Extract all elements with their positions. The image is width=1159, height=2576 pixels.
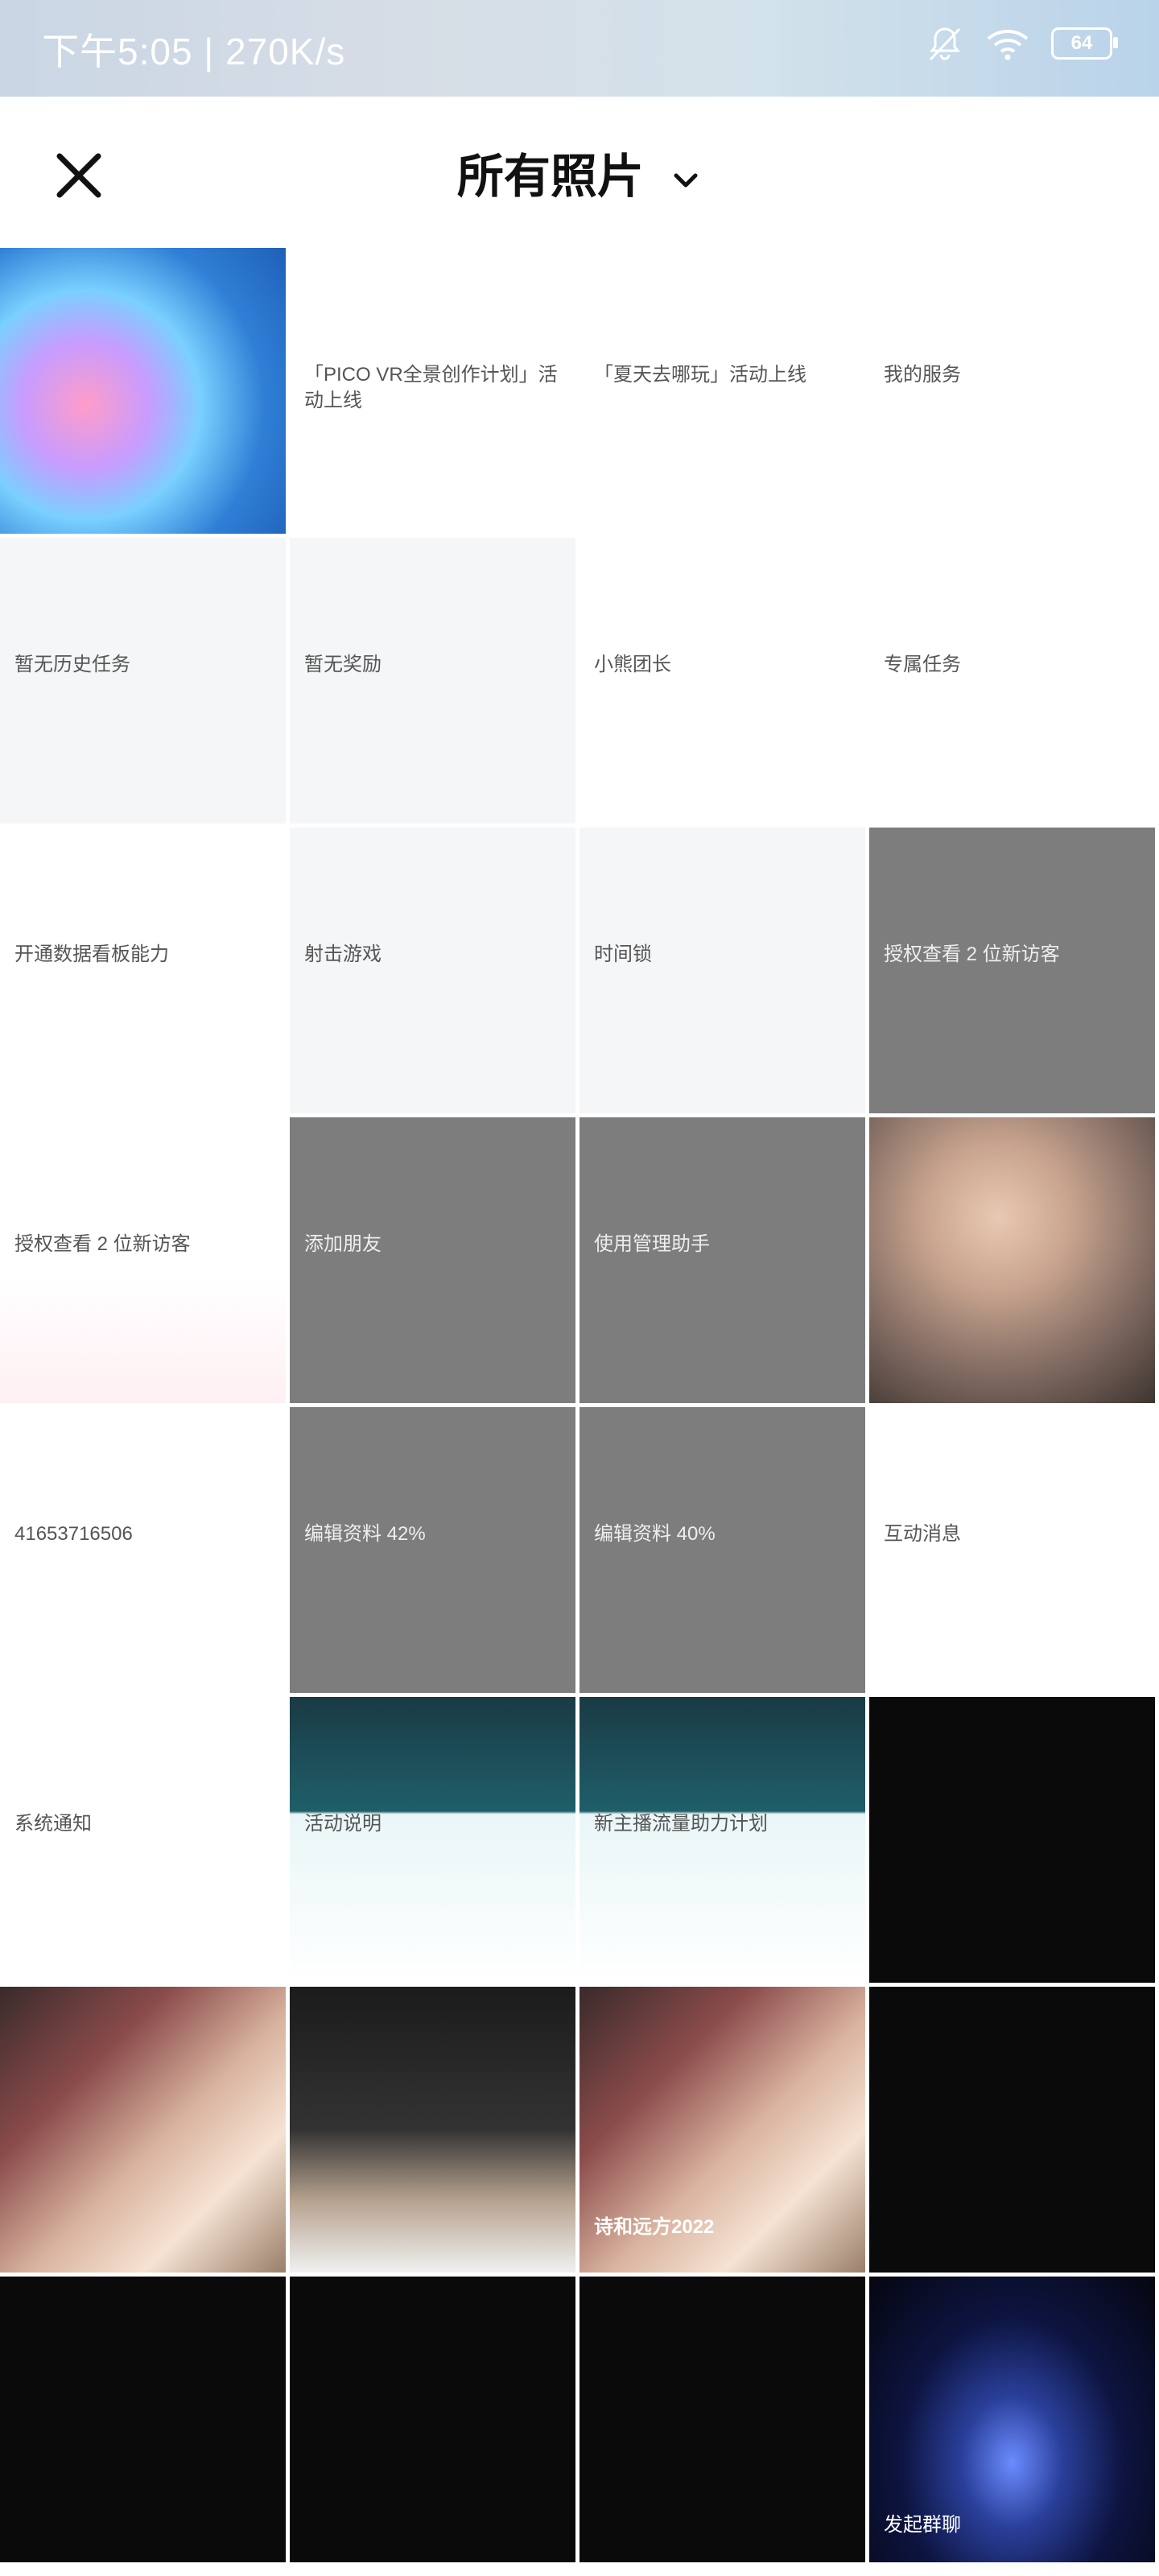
photo-thumbnail[interactable]: 使用管理助手 (580, 1117, 865, 1403)
status-icons: 64 (926, 24, 1118, 63)
photo-thumbnail[interactable]: 发起群聊 (869, 2277, 1155, 2562)
photo-thumbnail[interactable]: 暂无奖励 (290, 538, 575, 824)
wifi-icon (987, 30, 1029, 60)
photo-caption: 授权查看 2 位新访客 (884, 943, 1060, 965)
photo-thumbnail[interactable]: 编辑资料 40% (580, 1407, 865, 1693)
photo-caption: 编辑资料 40% (594, 1523, 716, 1545)
photo-thumbnail[interactable]: 新主播流量助力计划 (580, 1697, 865, 1983)
photo-thumbnail[interactable]: 我的服务 (869, 248, 1155, 534)
photo-caption: 时间锁 (594, 943, 652, 965)
photo-thumbnail[interactable] (0, 1987, 286, 2273)
photo-caption: 我的服务 (884, 364, 961, 386)
status-bar: 下午5:05 | 270K/s 64 (0, 0, 1159, 97)
photo-thumbnail[interactable]: 41653716506 (0, 1407, 286, 1693)
photo-thumbnail[interactable]: 诗和远方2022 (580, 1987, 865, 2273)
status-time: 下午5:05 | 270K/s (42, 31, 346, 72)
chevron-down-icon (674, 173, 698, 188)
photo-thumbnail[interactable]: 系统通知 (0, 1697, 286, 1983)
photo-thumbnail[interactable]: 小熊团长 (580, 538, 865, 824)
photo-thumbnail[interactable] (869, 1987, 1155, 2273)
photo-caption: 系统通知 (14, 1813, 92, 1835)
photo-caption: 暂无历史任务 (14, 654, 130, 675)
photo-thumbnail[interactable]: 「夏天去哪玩」活动上线 (580, 248, 865, 534)
photo-thumbnail[interactable]: 授权查看 2 位新访客 (0, 1117, 286, 1403)
photo-caption: 小熊团长 (594, 654, 671, 675)
photo-thumbnail[interactable]: 时间锁 (580, 828, 865, 1113)
photo-thumbnail[interactable] (580, 2277, 865, 2562)
photo-caption: 授权查看 2 位新访客 (14, 1233, 191, 1255)
photo-caption: 诗和远方2022 (594, 2215, 715, 2238)
album-title: 所有照片 (456, 151, 644, 203)
photo-caption: 发起群聊 (884, 2513, 961, 2536)
photo-caption: 射击游戏 (304, 943, 382, 965)
photo-thumbnail[interactable]: 编辑资料 42% (290, 1407, 575, 1693)
photo-thumbnail[interactable]: 暂无历史任务 (0, 538, 286, 824)
photo-thumbnail[interactable] (0, 248, 286, 534)
photo-thumbnail[interactable]: 互动消息 (869, 1407, 1155, 1693)
photo-caption: 41653716506 (14, 1523, 133, 1545)
photo-caption: 开通数据看板能力 (14, 943, 169, 965)
photo-thumbnail[interactable]: 开通数据看板能力 (0, 828, 286, 1113)
photo-caption: 「PICO VR全景创作计划」活动上线 (304, 364, 558, 412)
photo-thumbnail[interactable] (0, 2277, 286, 2562)
photo-thumbnail[interactable]: 授权查看 2 位新访客 (869, 828, 1155, 1113)
photo-caption: 新主播流量助力计划 (594, 1813, 768, 1835)
photo-caption: 编辑资料 42% (304, 1523, 426, 1545)
photo-caption: 「夏天去哪玩」活动上线 (594, 364, 806, 386)
photo-thumbnail[interactable] (869, 1117, 1155, 1403)
battery-icon: 64 (1051, 27, 1118, 60)
album-selector[interactable]: 所有照片 (0, 138, 1159, 206)
photo-thumbnail[interactable]: 活动说明 (290, 1697, 575, 1983)
photo-caption: 使用管理助手 (594, 1233, 710, 1255)
photo-thumbnail[interactable] (869, 1697, 1155, 1983)
photo-thumbnail[interactable]: 射击游戏 (290, 828, 575, 1113)
mute-bell-icon (929, 27, 961, 61)
photo-thumbnail[interactable]: 「PICO VR全景创作计划」活动上线 (290, 248, 575, 534)
photo-grid: 「PICO VR全景创作计划」活动上线 「夏天去哪玩」活动上线 我的服务 暂无历… (0, 248, 1159, 2562)
photo-thumbnail[interactable]: 添加朋友 (290, 1117, 575, 1403)
photo-thumbnail[interactable] (290, 1987, 575, 2273)
photo-caption: 专属任务 (884, 654, 961, 675)
photo-thumbnail[interactable] (290, 2277, 575, 2562)
photo-caption: 活动说明 (304, 1813, 382, 1835)
photo-caption: 互动消息 (884, 1523, 961, 1545)
photo-thumbnail[interactable]: 专属任务 (869, 538, 1155, 824)
photo-caption: 暂无奖励 (304, 654, 382, 675)
photo-caption: 添加朋友 (304, 1233, 382, 1255)
